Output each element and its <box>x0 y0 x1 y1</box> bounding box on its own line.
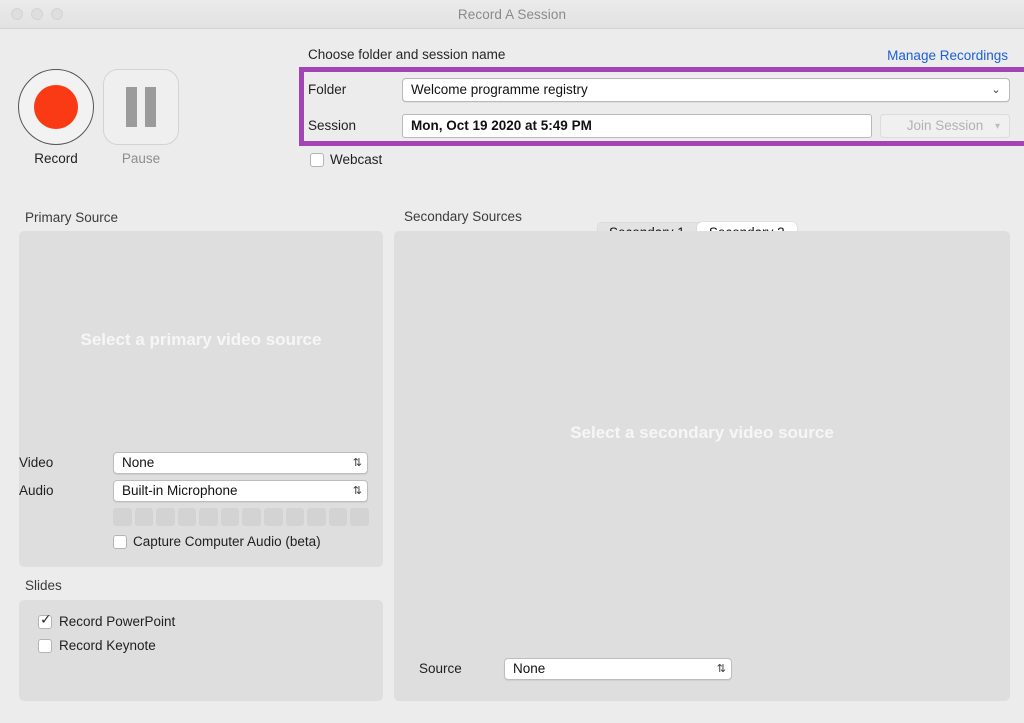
primary-video-label: Video <box>19 455 54 470</box>
pause-button[interactable] <box>103 69 179 145</box>
capture-computer-audio-row[interactable]: Capture Computer Audio (beta) <box>113 534 321 549</box>
primary-video-row: Video None ⇅ <box>19 452 383 474</box>
caret-down-icon: ▾ <box>994 121 1000 132</box>
audio-level-meter <box>113 508 369 526</box>
chevron-down-icon: ⌄ <box>991 84 1001 96</box>
primary-audio-select[interactable]: Built-in Microphone ⇅ <box>113 480 368 502</box>
record-a-session-window: Record A Session Record Pause Choose fol… <box>0 0 1024 723</box>
record-powerpoint-label: Record PowerPoint <box>59 614 176 629</box>
folder-select[interactable]: Welcome programme registry ⌄ <box>402 78 1010 102</box>
session-name-input[interactable]: Mon, Oct 19 2020 at 5:49 PM <box>402 114 872 138</box>
record-dot-icon <box>34 85 78 129</box>
folder-label: Folder <box>308 82 347 97</box>
capture-computer-audio-label: Capture Computer Audio (beta) <box>133 534 321 549</box>
manage-recordings-link[interactable]: Manage Recordings <box>887 48 1008 63</box>
up-down-arrows-icon: ⇅ <box>352 457 362 469</box>
join-session-button[interactable]: Join Session ▾ <box>880 114 1010 138</box>
secondary-source-preview[interactable]: Select a secondary video source <box>394 231 1010 701</box>
session-section-heading: Choose folder and session name <box>308 47 506 62</box>
webcast-label: Webcast <box>330 152 383 167</box>
secondary-source-row: Source None ⇅ <box>419 658 819 680</box>
secondary-source-label: Source <box>419 661 462 676</box>
primary-source-placeholder-text: Select a primary video source <box>80 330 322 349</box>
webcast-row[interactable]: Webcast <box>310 152 382 167</box>
session-row: Session Mon, Oct 19 2020 at 5:49 PM Join… <box>308 114 1010 138</box>
window-title: Record A Session <box>457 7 567 22</box>
window-titlebar: Record A Session <box>0 0 1024 29</box>
transport-controls: Record Pause <box>0 29 300 173</box>
primary-audio-select-value: Built-in Microphone <box>122 483 238 498</box>
record-powerpoint-checkbox[interactable] <box>38 612 52 629</box>
slides-section-title: Slides <box>25 578 62 593</box>
primary-video-select[interactable]: None ⇅ <box>113 452 368 474</box>
secondary-source-placeholder-text: Select a secondary video source <box>570 423 834 442</box>
primary-video-select-value: None <box>122 455 155 470</box>
primary-audio-label: Audio <box>19 483 54 498</box>
pause-icon <box>126 87 156 127</box>
secondary-sources-section-title: Secondary Sources <box>404 209 522 224</box>
webcast-checkbox[interactable] <box>310 152 324 167</box>
primary-source-section-title: Primary Source <box>25 210 119 225</box>
primary-audio-row: Audio Built-in Microphone ⇅ <box>19 480 383 502</box>
up-down-arrows-icon: ⇅ <box>352 485 362 497</box>
secondary-source-select[interactable]: None ⇅ <box>504 658 732 680</box>
record-keynote-label: Record Keynote <box>59 638 156 653</box>
record-keynote-row[interactable]: Record Keynote <box>38 638 156 653</box>
record-keynote-checkbox[interactable] <box>38 638 52 653</box>
folder-row: Folder Welcome programme registry ⌄ <box>308 78 1010 102</box>
record-button[interactable] <box>18 69 94 145</box>
folder-select-value: Welcome programme registry <box>411 82 588 97</box>
secondary-source-select-value: None <box>513 661 546 676</box>
up-down-arrows-icon: ⇅ <box>716 663 726 675</box>
session-label: Session <box>308 118 357 133</box>
join-session-button-label: Join Session <box>906 118 984 133</box>
record-powerpoint-row[interactable]: Record PowerPoint <box>38 612 176 629</box>
capture-computer-audio-checkbox[interactable] <box>113 534 127 549</box>
pause-button-label: Pause <box>121 151 161 166</box>
slides-panel: Record PowerPoint Record Keynote <box>19 600 383 701</box>
